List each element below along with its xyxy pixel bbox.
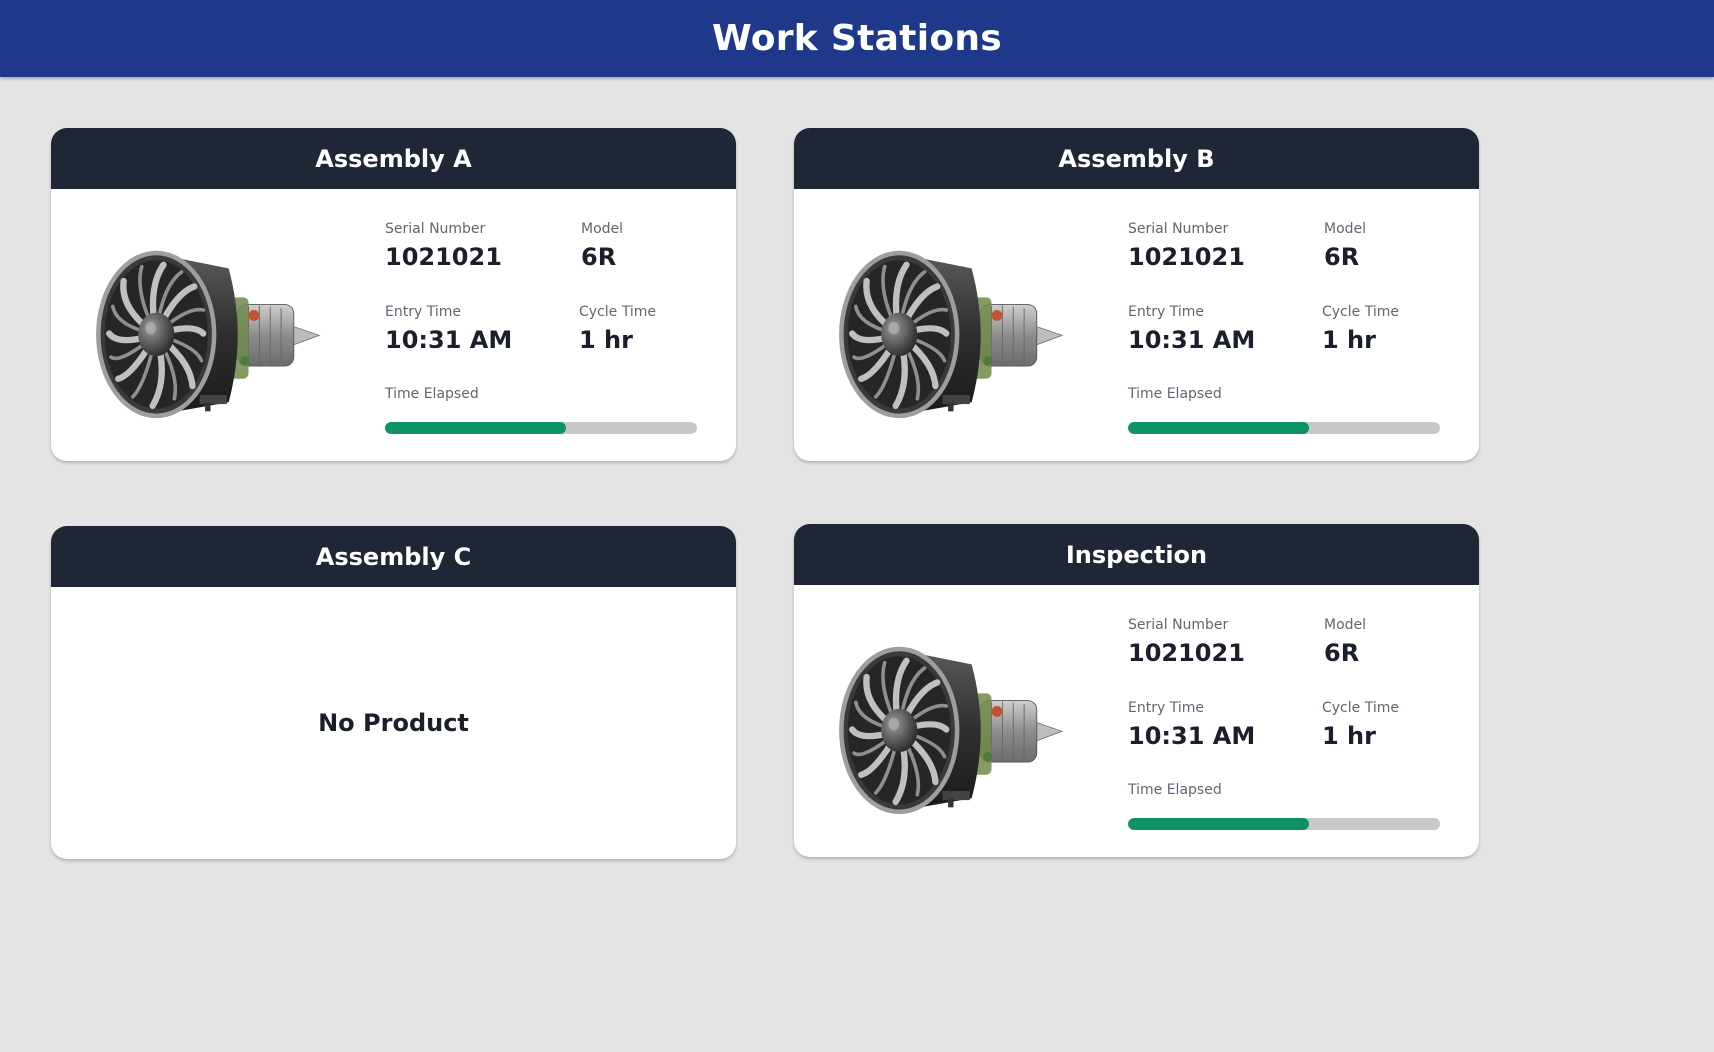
model-label: Model xyxy=(1324,617,1367,633)
model-field: Model 6R xyxy=(1324,220,1366,273)
station-name: Assembly A xyxy=(315,144,472,173)
card-header: Inspection xyxy=(794,524,1479,585)
progress-fill xyxy=(1128,818,1309,830)
entry-time-value: 10:31 AM xyxy=(385,326,513,354)
model-value: 6R xyxy=(1324,639,1360,667)
time-elapsed-label: Time Elapsed xyxy=(1128,386,1222,402)
serial-number-value: 1021021 xyxy=(385,243,502,271)
model-field: Model 6R xyxy=(1324,616,1366,669)
station-card-assembly-c[interactable]: Assembly C No Product xyxy=(51,526,736,859)
model-field: Model 6R xyxy=(581,220,623,273)
time-elapsed-label: Time Elapsed xyxy=(1128,782,1222,798)
station-card-inspection[interactable]: Inspection Serial Number 1021021 Model 6… xyxy=(794,524,1479,857)
cycle-time-label: Cycle Time xyxy=(1322,304,1399,320)
page-title: Work Stations xyxy=(711,18,1003,59)
model-value: 6R xyxy=(1324,243,1360,271)
model-value: 6R xyxy=(581,243,617,271)
entry-time-field: Entry Time 10:31 AM xyxy=(1128,699,1255,752)
entry-time-field: Entry Time 10:31 AM xyxy=(1128,303,1255,356)
time-elapsed-label: Time Elapsed xyxy=(385,386,479,402)
station-name: Inspection xyxy=(1065,540,1208,569)
entry-time-value: 10:31 AM xyxy=(1128,326,1256,354)
serial-number-field: Serial Number 1021021 xyxy=(385,220,502,273)
no-product-message: No Product xyxy=(318,709,469,737)
card-header: Assembly B xyxy=(794,128,1479,189)
progress-fill xyxy=(385,422,566,434)
entry-time-label: Entry Time xyxy=(1128,304,1204,320)
model-label: Model xyxy=(581,221,624,237)
entry-time-value: 10:31 AM xyxy=(1128,722,1256,750)
top-bar: Work Stations xyxy=(0,0,1714,77)
cycle-time-field: Cycle Time 1 hr xyxy=(579,303,656,356)
station-card-assembly-b[interactable]: Assembly B Serial Number 1021021 Model 6… xyxy=(794,128,1479,461)
cycle-time-label: Cycle Time xyxy=(579,304,656,320)
cycle-time-value: 1 hr xyxy=(1322,326,1376,354)
progress-fill xyxy=(1128,422,1309,434)
card-header: Assembly C xyxy=(51,526,736,587)
jet-engine-image xyxy=(824,234,1074,424)
station-name: Assembly B xyxy=(1058,144,1215,173)
serial-number-label: Serial Number xyxy=(385,221,486,237)
entry-time-label: Entry Time xyxy=(1128,700,1204,716)
station-name: Assembly C xyxy=(315,542,472,571)
serial-number-field: Serial Number 1021021 xyxy=(1128,220,1245,273)
time-elapsed-progress xyxy=(385,422,697,434)
entry-time-label: Entry Time xyxy=(385,304,461,320)
time-elapsed-progress xyxy=(1128,818,1440,830)
entry-time-field: Entry Time 10:31 AM xyxy=(385,303,512,356)
model-label: Model xyxy=(1324,221,1367,237)
card-header: Assembly A xyxy=(51,128,736,189)
cycle-time-label: Cycle Time xyxy=(1322,700,1399,716)
serial-number-value: 1021021 xyxy=(1128,639,1245,667)
time-elapsed-progress xyxy=(1128,422,1440,434)
station-card-assembly-a[interactable]: Assembly A Serial Number 1021021 Model 6… xyxy=(51,128,736,461)
jet-engine-image xyxy=(81,234,331,424)
jet-engine-image xyxy=(824,630,1074,820)
cycle-time-field: Cycle Time 1 hr xyxy=(1322,303,1399,356)
serial-number-label: Serial Number xyxy=(1128,221,1229,237)
cycle-time-value: 1 hr xyxy=(1322,722,1376,750)
serial-number-field: Serial Number 1021021 xyxy=(1128,616,1245,669)
serial-number-label: Serial Number xyxy=(1128,617,1229,633)
cycle-time-field: Cycle Time 1 hr xyxy=(1322,699,1399,752)
serial-number-value: 1021021 xyxy=(1128,243,1245,271)
cycle-time-value: 1 hr xyxy=(579,326,633,354)
